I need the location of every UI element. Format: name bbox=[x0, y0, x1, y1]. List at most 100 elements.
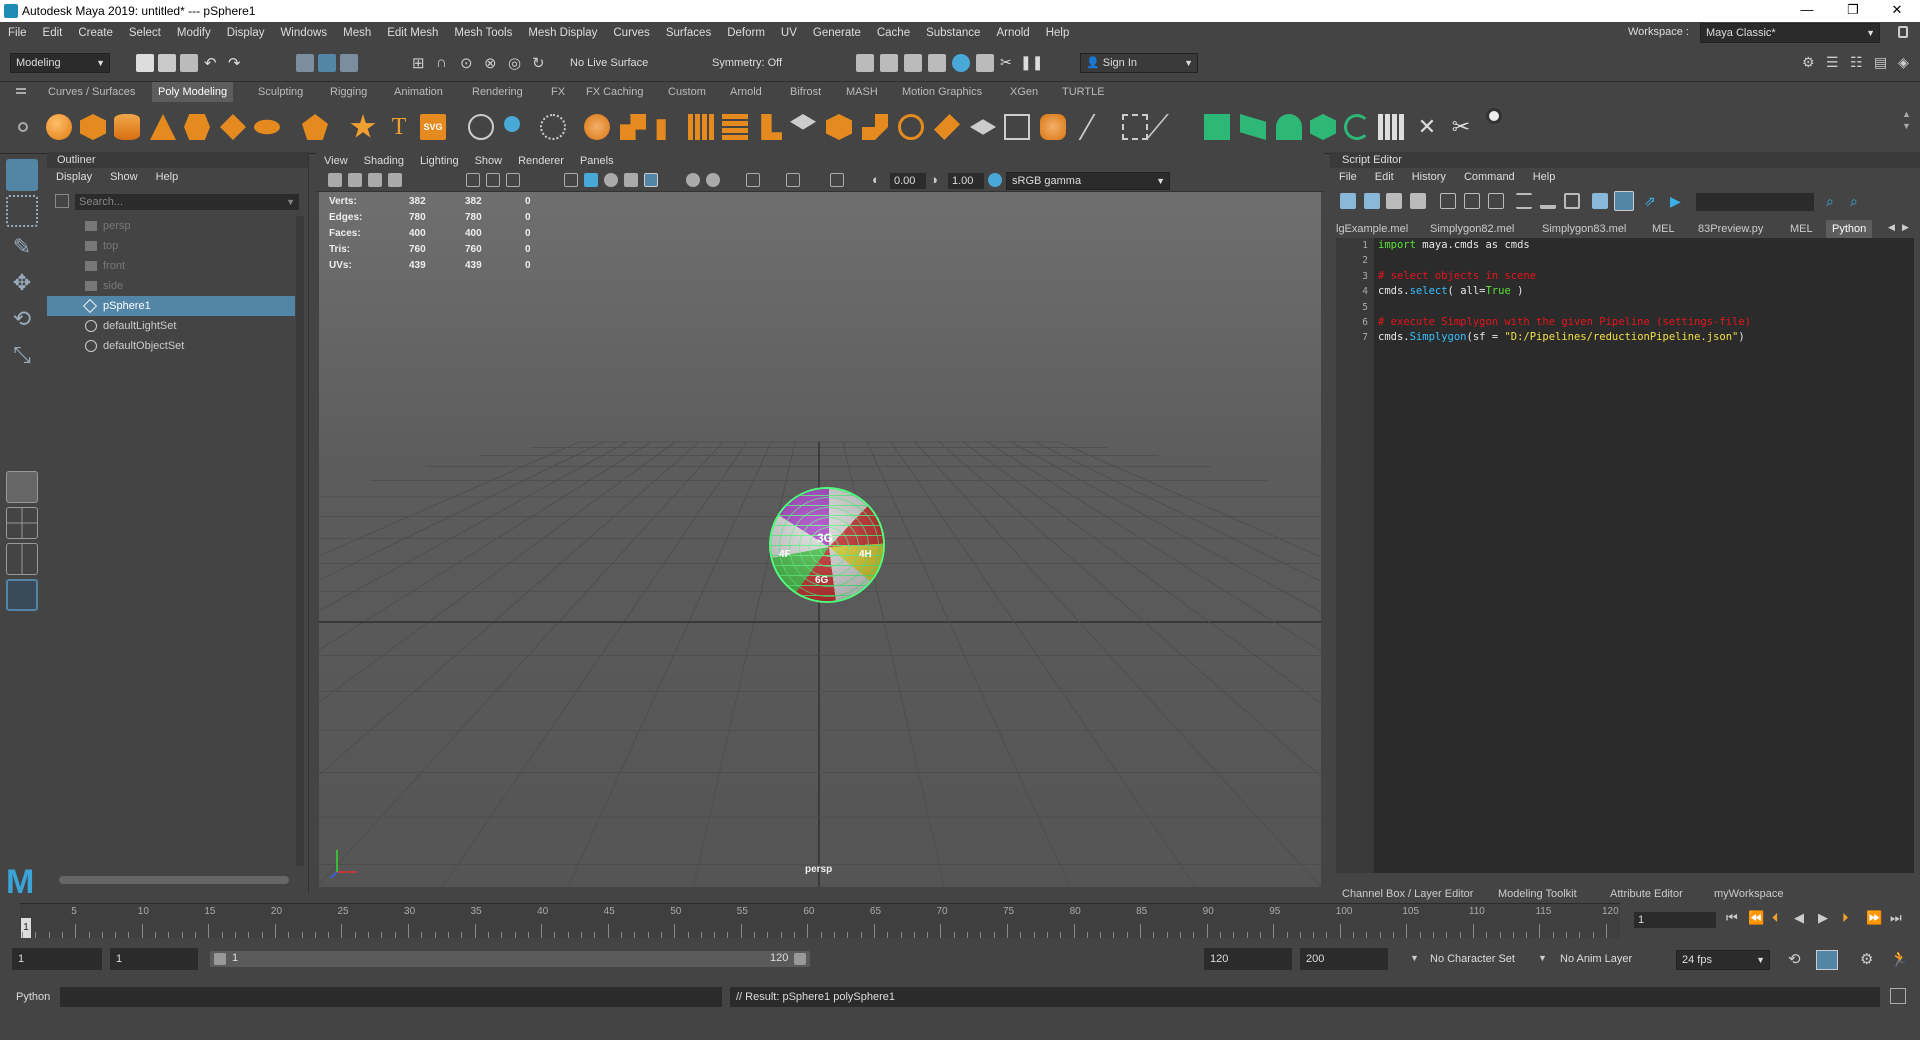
menu-modify[interactable]: Modify bbox=[169, 27, 219, 39]
poly-torus-icon[interactable] bbox=[184, 114, 210, 140]
script-tab-83preview-py[interactable]: 83Preview.py bbox=[1698, 220, 1763, 238]
shelf-tab-animation[interactable]: Animation bbox=[388, 82, 449, 102]
viewport-menu-show[interactable]: Show bbox=[467, 155, 511, 167]
undo-icon[interactable]: ↶ bbox=[204, 54, 222, 72]
line-numbers-icon[interactable] bbox=[1614, 191, 1634, 211]
script-menu-help[interactable]: Help bbox=[1524, 171, 1565, 183]
shelf-tab-sculpting[interactable]: Sculpting bbox=[252, 82, 309, 102]
search-icon[interactable]: ⌕ bbox=[1826, 193, 1842, 209]
animation-start-field[interactable]: 1 bbox=[12, 948, 102, 970]
redo-icon[interactable]: ↷ bbox=[228, 54, 246, 72]
viewport-3d[interactable]: Verts: 382 382 0 Edges: 780 780 0 Faces: 400 400… bbox=[319, 192, 1321, 887]
lasso-tool-icon[interactable] bbox=[6, 195, 38, 227]
grid-toggle-icon[interactable] bbox=[466, 173, 480, 187]
shadows-icon[interactable] bbox=[706, 173, 720, 187]
camera-attributes-icon[interactable] bbox=[348, 173, 362, 187]
loop-icon[interactable]: ⟲ bbox=[1788, 950, 1801, 968]
two-view-icon[interactable] bbox=[6, 543, 38, 575]
clear-all-icon[interactable] bbox=[1488, 193, 1504, 209]
range-end-handle[interactable] bbox=[794, 953, 806, 965]
outliner-item-top[interactable]: top bbox=[47, 236, 295, 256]
poly-cone-icon[interactable] bbox=[150, 114, 176, 140]
sculpt-icon[interactable] bbox=[468, 114, 494, 140]
script-input-area[interactable]: import maya.cmds as cmds # select object… bbox=[1374, 238, 1914, 873]
fps-dropdown[interactable]: 24 fps ▼ bbox=[1676, 950, 1770, 970]
wireframe-icon[interactable] bbox=[564, 173, 578, 187]
multi-cut-icon[interactable] bbox=[934, 114, 960, 140]
uv-editor-icon[interactable] bbox=[1204, 114, 1230, 140]
chevron-down-icon[interactable]: ▼ bbox=[1410, 953, 1419, 963]
attribute-editor-icon[interactable]: ☰ bbox=[1826, 54, 1844, 72]
step-forward-key-icon[interactable]: ⏩ bbox=[1866, 910, 1882, 926]
outliner-item-defaultobjectset[interactable]: defaultObjectSet bbox=[47, 336, 295, 356]
menu-create[interactable]: Create bbox=[70, 27, 121, 39]
pause-icon[interactable]: ❚❚ bbox=[1020, 54, 1043, 72]
select-hierarchy-icon[interactable] bbox=[296, 54, 314, 72]
open-scene-icon[interactable] bbox=[158, 54, 176, 72]
shelf-tab-turtle[interactable]: TURTLE bbox=[1056, 82, 1111, 102]
shelf-tab-bifrost[interactable]: Bifrost bbox=[784, 82, 827, 102]
platonic-solid-icon[interactable] bbox=[302, 114, 328, 140]
script-menu-file[interactable]: File bbox=[1330, 171, 1366, 183]
anim-prefs-icon[interactable]: ⚙ bbox=[1860, 950, 1873, 968]
mirror-icon[interactable] bbox=[504, 116, 520, 132]
step-back-key-icon[interactable]: ⏪ bbox=[1748, 910, 1764, 926]
command-input[interactable] bbox=[60, 987, 722, 1007]
poly-cube-icon[interactable] bbox=[80, 114, 106, 140]
outliner-item-defaultlightset[interactable]: defaultLightSet bbox=[47, 316, 295, 336]
menu-arnold[interactable]: Arnold bbox=[988, 27, 1037, 39]
single-view-icon[interactable] bbox=[6, 471, 38, 503]
command-language-toggle[interactable]: Python bbox=[16, 991, 50, 1003]
go-to-start-icon[interactable]: ⏮ bbox=[1726, 910, 1738, 926]
default-material-icon[interactable] bbox=[604, 173, 618, 187]
xray-joints-icon[interactable] bbox=[830, 173, 844, 187]
select-component-icon[interactable] bbox=[340, 54, 358, 72]
psphere1-mesh[interactable]: 3G 4F 4H 6G bbox=[769, 487, 885, 603]
play-forwards-icon[interactable]: ▶ bbox=[1818, 910, 1828, 926]
modeling-toolkit-icon[interactable]: ⚙ bbox=[1802, 54, 1820, 72]
snap-pivot-icon[interactable]: ↻ bbox=[532, 54, 550, 72]
isolate-select-icon[interactable] bbox=[746, 173, 760, 187]
step-forward-frame-icon[interactable]: ⏵ bbox=[1842, 910, 1849, 926]
exposure-field[interactable]: 0.00 bbox=[890, 173, 926, 189]
render-view-icon[interactable] bbox=[904, 54, 922, 72]
shelf-tab-arnold[interactable]: Arnold bbox=[724, 82, 768, 102]
shelf-menu-icon[interactable] bbox=[16, 88, 26, 90]
quad-draw-icon[interactable] bbox=[1122, 114, 1148, 140]
smooth-icon[interactable] bbox=[688, 114, 714, 140]
script-search-input[interactable] bbox=[1696, 193, 1814, 211]
bridge-icon[interactable] bbox=[761, 114, 782, 140]
range-start-handle[interactable] bbox=[214, 953, 226, 965]
offset-edge-loop-icon[interactable] bbox=[1040, 114, 1066, 140]
menu-windows[interactable]: Windows bbox=[272, 27, 335, 39]
outliner-horizontal-scrollbar[interactable] bbox=[59, 876, 289, 884]
shelf-settings-icon[interactable] bbox=[18, 122, 28, 132]
python-shelf-icon[interactable] bbox=[1486, 108, 1502, 124]
open-script-icon[interactable] bbox=[1340, 193, 1356, 209]
tool-settings-icon[interactable]: ☷ bbox=[1850, 54, 1868, 72]
menu-mesh-display[interactable]: Mesh Display bbox=[520, 27, 605, 39]
menu-set-dropdown[interactable]: Modeling ▼ bbox=[10, 53, 110, 73]
snap-view-icon[interactable]: ⊗ bbox=[484, 54, 502, 72]
workspace-dropdown[interactable]: Maya Classic* ▼ bbox=[1700, 23, 1880, 43]
poly-sphere-icon[interactable] bbox=[46, 114, 72, 140]
menu-mesh[interactable]: Mesh bbox=[335, 27, 379, 39]
viewport-menu-view[interactable]: View bbox=[316, 155, 356, 167]
poly-cylinder-icon[interactable] bbox=[114, 114, 140, 140]
save-script-icon[interactable] bbox=[1386, 193, 1402, 209]
target-weld-icon[interactable] bbox=[970, 119, 996, 135]
planar-map-icon[interactable] bbox=[1240, 114, 1266, 140]
menu-edit[interactable]: Edit bbox=[35, 27, 71, 39]
script-tab-lgexample-mel[interactable]: lgExample.mel bbox=[1336, 220, 1408, 238]
outliner-vertical-scrollbar[interactable] bbox=[296, 216, 304, 866]
chevron-down-icon[interactable]: ▼ bbox=[1538, 953, 1547, 963]
save-scene-icon[interactable] bbox=[180, 54, 198, 72]
show-input-icon[interactable] bbox=[1540, 193, 1556, 209]
snap-point-icon[interactable]: ⊙ bbox=[460, 54, 478, 72]
select-camera-icon[interactable] bbox=[328, 173, 342, 187]
outliner-item-side[interactable]: side bbox=[47, 276, 295, 296]
svg-tool-icon[interactable]: SVG bbox=[420, 114, 446, 140]
menu-select[interactable]: Select bbox=[121, 27, 169, 39]
menu-edit-mesh[interactable]: Edit Mesh bbox=[379, 27, 446, 39]
run-icon[interactable]: 🏃 bbox=[1890, 950, 1909, 968]
